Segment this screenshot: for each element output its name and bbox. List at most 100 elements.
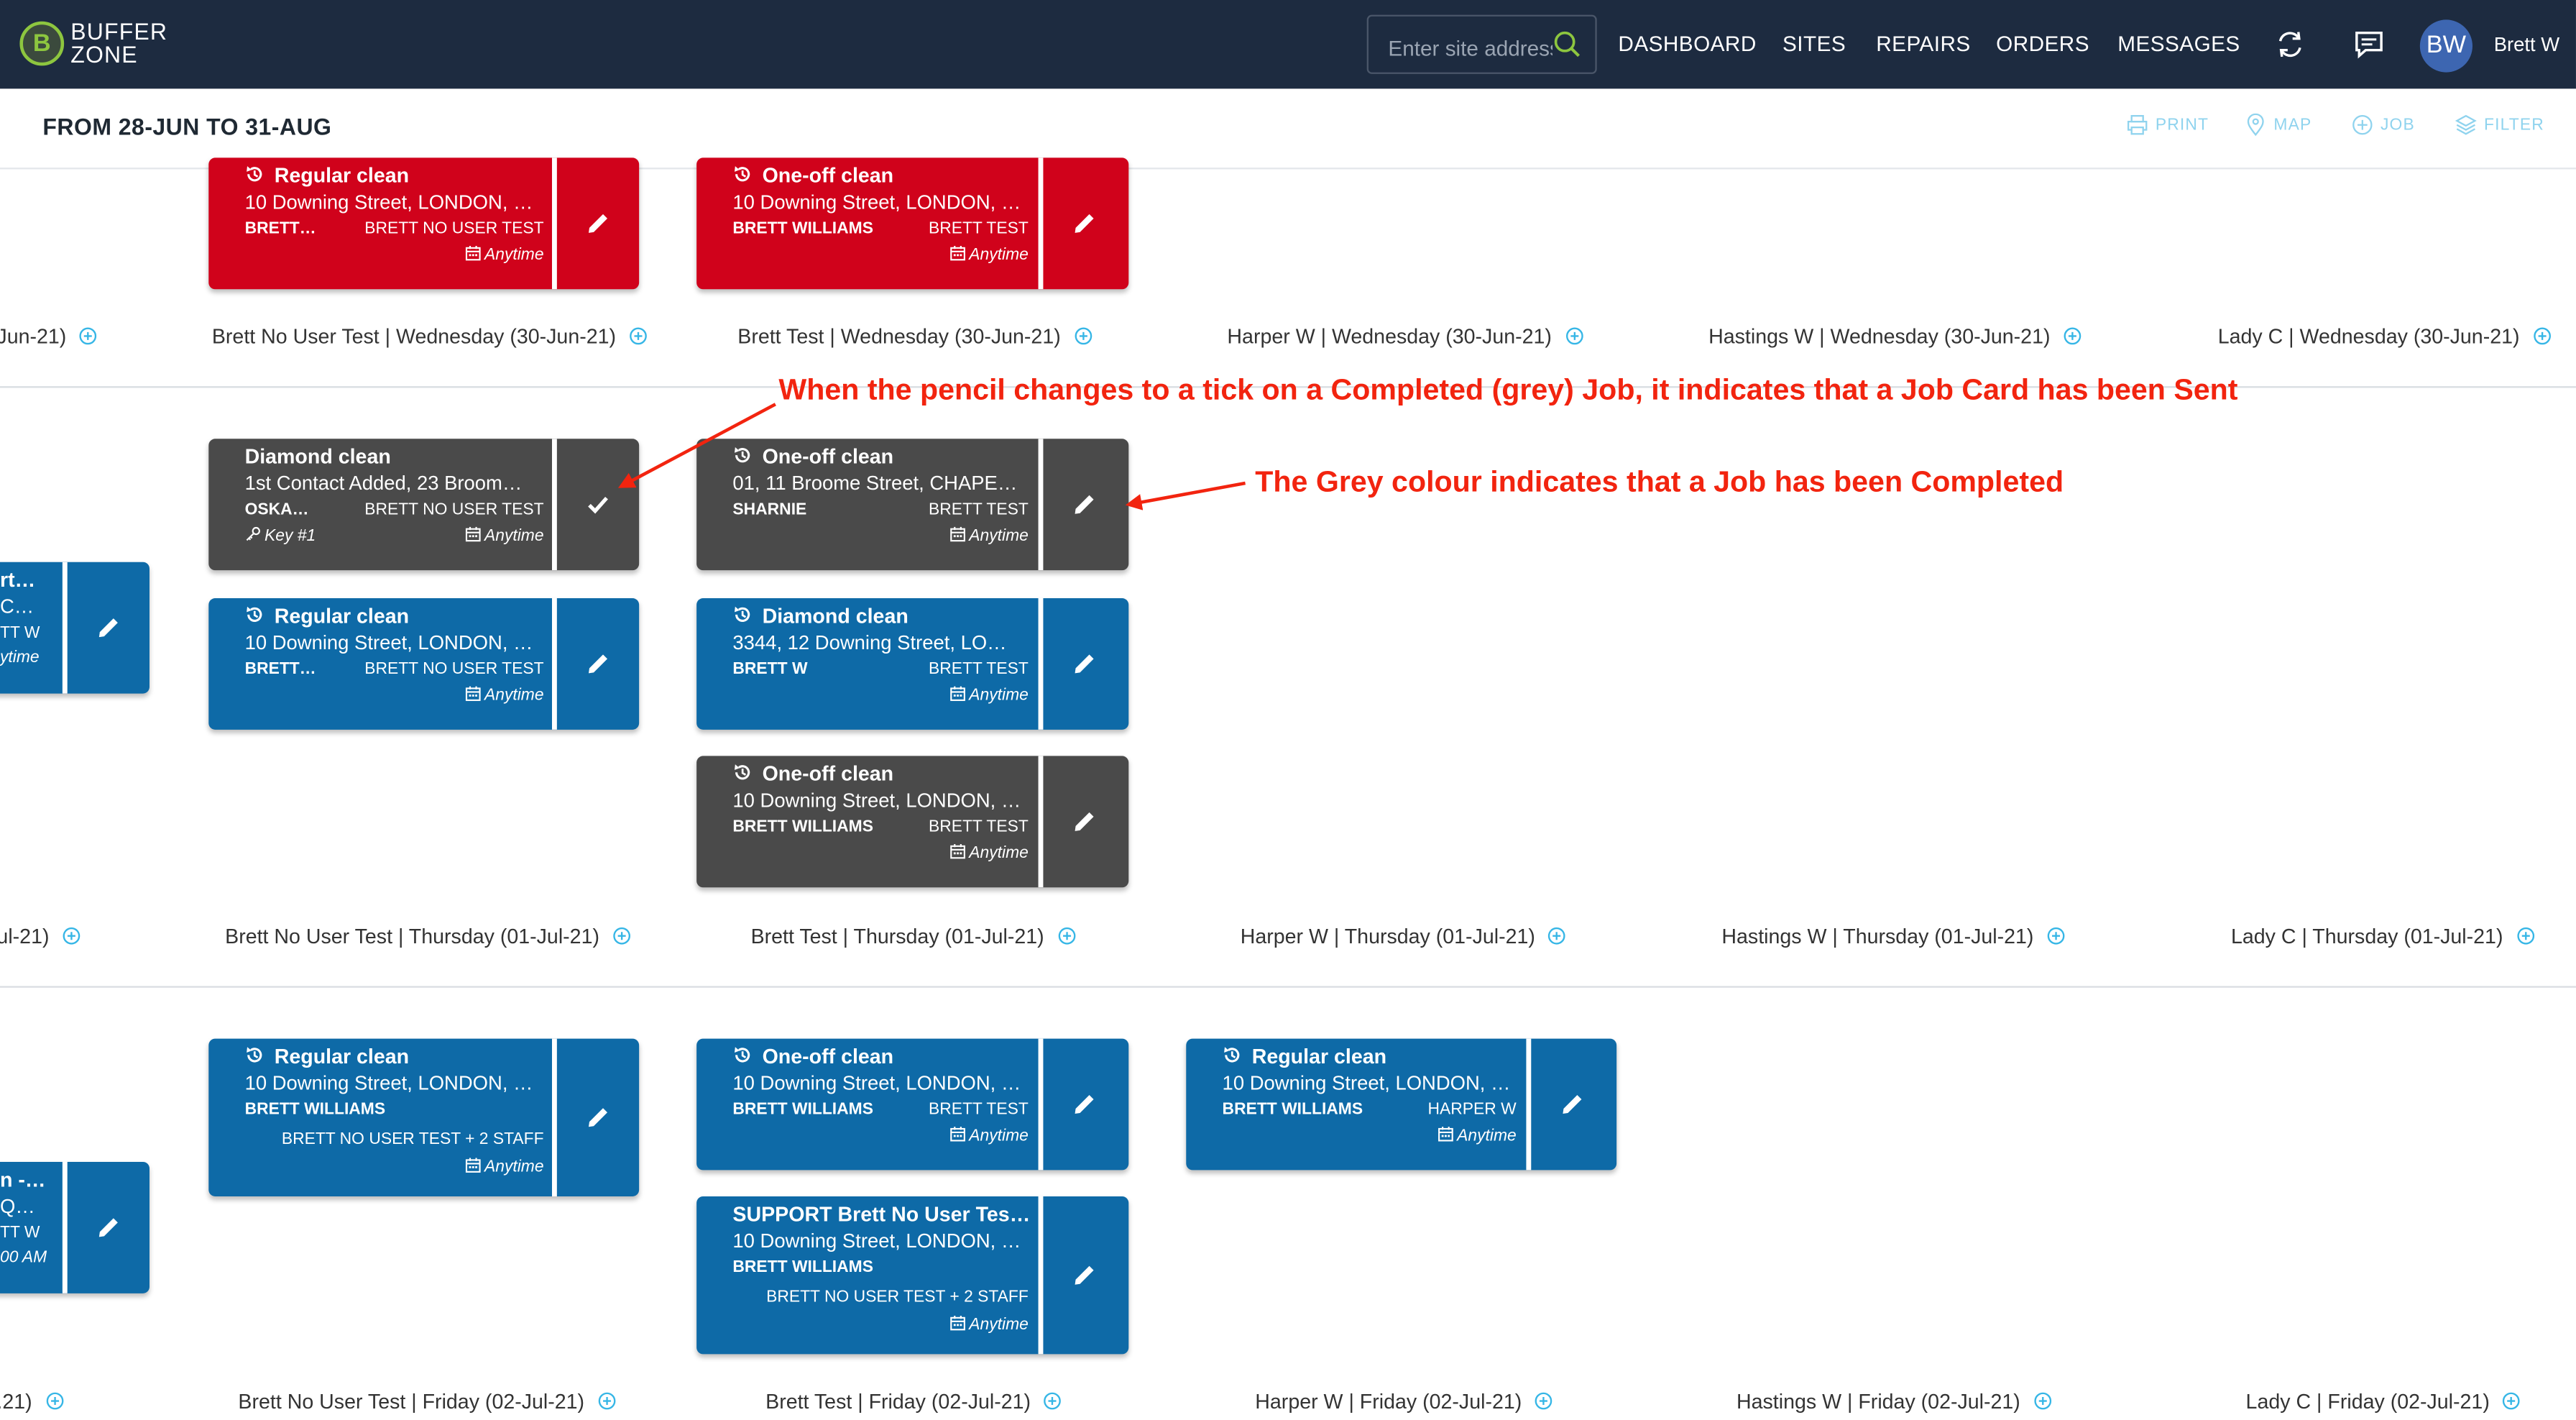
user-avatar[interactable]: BW xyxy=(2419,19,2472,73)
customer-name: BRETT WILLIAMS xyxy=(244,1101,386,1119)
job-card[interactable]: rt… C… TT W ytime xyxy=(0,562,150,694)
add-job-plus-icon[interactable] xyxy=(2503,1392,2521,1410)
job-card-completed[interactable]: Diamond clean 1st Contact Added, 23 Broo… xyxy=(208,439,640,571)
add-job-plus-icon[interactable] xyxy=(80,327,98,345)
day-column-label: .21) xyxy=(0,1391,63,1414)
add-job-plus-icon[interactable] xyxy=(1548,927,1566,945)
day-column-label: Hastings W | Wednesday (30-Jun-21) xyxy=(1708,326,2082,349)
print-button[interactable]: PRINT xyxy=(2127,114,2209,134)
add-job-plus-icon[interactable] xyxy=(629,327,647,345)
logo-badge-icon: B xyxy=(19,21,65,66)
add-job-plus-icon[interactable] xyxy=(1057,927,1075,945)
edit-job-button[interactable] xyxy=(1043,1196,1125,1354)
day-row-divider xyxy=(0,986,2576,988)
job-address: 10 Downing Street, LONDON, … xyxy=(732,1071,1021,1095)
add-job-plus-icon[interactable] xyxy=(597,1392,615,1410)
add-job-plus-icon[interactable] xyxy=(2033,1392,2051,1410)
add-job-plus-icon[interactable] xyxy=(1074,327,1092,345)
sync-icon[interactable] xyxy=(2273,28,2306,61)
job-card[interactable]: Regular clean 10 Downing Street, LONDON,… xyxy=(208,1038,640,1196)
edit-job-button[interactable] xyxy=(557,1039,639,1196)
day-column-label: Hastings W | Thursday (01-Jul-21) xyxy=(1721,925,2064,948)
nav-orders[interactable]: ORDERS xyxy=(1996,31,2089,58)
add-job-plus-icon[interactable] xyxy=(2533,327,2551,345)
nav-sites[interactable]: SITES xyxy=(1782,31,1846,58)
edit-job-button[interactable] xyxy=(1043,756,1125,887)
pencil-icon xyxy=(1073,652,1096,675)
annotation-grey-explanation: The Grey colour indicates that a Job has… xyxy=(1255,464,2064,498)
edit-job-button[interactable] xyxy=(1043,439,1125,570)
add-job-plus-icon[interactable] xyxy=(2047,927,2065,945)
search-icon[interactable] xyxy=(1552,29,1582,59)
day-column-label: ul-21) xyxy=(0,925,80,948)
date-range-title: FROM 28-JUN TO 31-AUG xyxy=(42,113,332,140)
nav-dashboard[interactable]: DASHBOARD xyxy=(1618,31,1756,58)
add-job-plus-icon[interactable] xyxy=(1565,327,1583,345)
job-card[interactable]: One-off clean 10 Downing Street, LONDON,… xyxy=(696,1038,1129,1171)
buffer-zone-logo[interactable]: B BUFFER ZONE xyxy=(19,19,200,72)
nav-repairs[interactable]: REPAIRS xyxy=(1876,31,1970,58)
edit-job-button[interactable] xyxy=(68,1162,150,1293)
job-card[interactable]: Regular clean 10 Downing Street, LONDON,… xyxy=(208,157,640,290)
calendar-icon xyxy=(949,685,966,702)
job-address: 01, 11 Broome Street, CHAPE… xyxy=(732,471,1018,495)
add-job-button[interactable]: JOB xyxy=(2352,114,2415,134)
job-card[interactable]: Regular clean 10 Downing Street, LONDON,… xyxy=(208,597,640,730)
nav-messages[interactable]: MESSAGES xyxy=(2117,31,2240,58)
job-card-completed[interactable]: One-off clean 10 Downing Street, LONDON,… xyxy=(696,756,1129,888)
job-address: 10 Downing Street, LONDON, … xyxy=(732,789,1021,812)
assigned-staff: BRETT NO USER TEST + 2 STAFF xyxy=(281,1130,544,1149)
job-card[interactable]: n -… Q… TT W 00 AM xyxy=(0,1161,150,1293)
edit-job-button[interactable] xyxy=(1043,157,1125,289)
annotation-tick-explanation: When the pencil changes to a tick on a C… xyxy=(778,372,2238,406)
customer-name: BRETT W xyxy=(732,660,808,679)
day-column-label: Harper W | Thursday (01-Jul-21) xyxy=(1241,925,1567,948)
site-search-box xyxy=(1366,14,1597,74)
job-card[interactable]: SUPPORT Brett No User Tes… 10 Downing St… xyxy=(696,1196,1129,1355)
edit-job-button[interactable] xyxy=(1043,1039,1125,1171)
assigned-staff: HARPER W xyxy=(1427,1101,1517,1119)
job-address: 1st Contact Added, 23 Broom… xyxy=(244,471,523,495)
job-card-sent-button[interactable] xyxy=(557,439,639,570)
job-card[interactable]: Regular clean 10 Downing Street, LONDON,… xyxy=(1186,1038,1617,1171)
edit-job-button[interactable] xyxy=(557,157,639,289)
customer-name: BRETT… xyxy=(244,220,316,239)
add-job-plus-icon[interactable] xyxy=(1044,1392,1062,1410)
customer-name: OSKA… xyxy=(244,501,309,520)
edit-job-button[interactable] xyxy=(557,598,639,730)
add-job-plus-icon[interactable] xyxy=(45,1392,63,1410)
job-card[interactable]: One-off clean 10 Downing Street, LONDON,… xyxy=(696,157,1129,290)
pencil-icon xyxy=(1073,493,1096,516)
edit-job-button[interactable] xyxy=(1531,1039,1613,1171)
chat-icon[interactable] xyxy=(2352,28,2386,61)
add-job-plus-icon[interactable] xyxy=(1535,1392,1553,1410)
map-button[interactable]: MAP xyxy=(2247,113,2312,137)
job-card-completed[interactable]: One-off clean 01, 11 Broome Street, CHAP… xyxy=(696,439,1129,571)
assigned-staff: BRETT TEST xyxy=(928,818,1029,837)
customer-name: BRETT WILLIAMS xyxy=(732,220,873,239)
pencil-icon xyxy=(97,616,120,639)
calendar-icon xyxy=(949,1126,966,1142)
job-card[interactable]: Diamond clean 3344, 12 Downing Street, L… xyxy=(696,597,1129,730)
job-address: C… xyxy=(0,595,34,618)
add-job-plus-icon[interactable] xyxy=(2064,327,2082,345)
tick-icon xyxy=(586,493,610,516)
recurring-icon xyxy=(732,763,752,782)
day-column-label: Brett No User Test | Thursday (01-Jul-21… xyxy=(225,925,630,948)
add-job-plus-icon[interactable] xyxy=(612,927,630,945)
add-job-plus-icon[interactable] xyxy=(2516,927,2534,945)
filter-button[interactable]: FILTER xyxy=(2455,114,2544,135)
assigned-staff: TT W xyxy=(0,624,40,643)
assigned-staff: TT W xyxy=(0,1224,40,1242)
calendar-icon xyxy=(949,1315,966,1332)
user-name[interactable]: Brett W xyxy=(2494,33,2559,56)
day-column-label: Lady C | Wednesday (30-Jun-21) xyxy=(2218,326,2551,349)
assigned-staff: BRETT TEST xyxy=(928,1101,1029,1119)
customer-name: BRETT… xyxy=(244,660,316,679)
edit-job-button[interactable] xyxy=(1043,598,1125,730)
add-job-plus-icon[interactable] xyxy=(63,927,80,945)
site-search-input[interactable] xyxy=(1384,29,1556,66)
job-address: 10 Downing Street, LONDON, … xyxy=(1222,1071,1511,1095)
day-column-label: Harper W | Friday (02-Jul-21) xyxy=(1255,1391,1552,1414)
edit-job-button[interactable] xyxy=(68,562,150,694)
